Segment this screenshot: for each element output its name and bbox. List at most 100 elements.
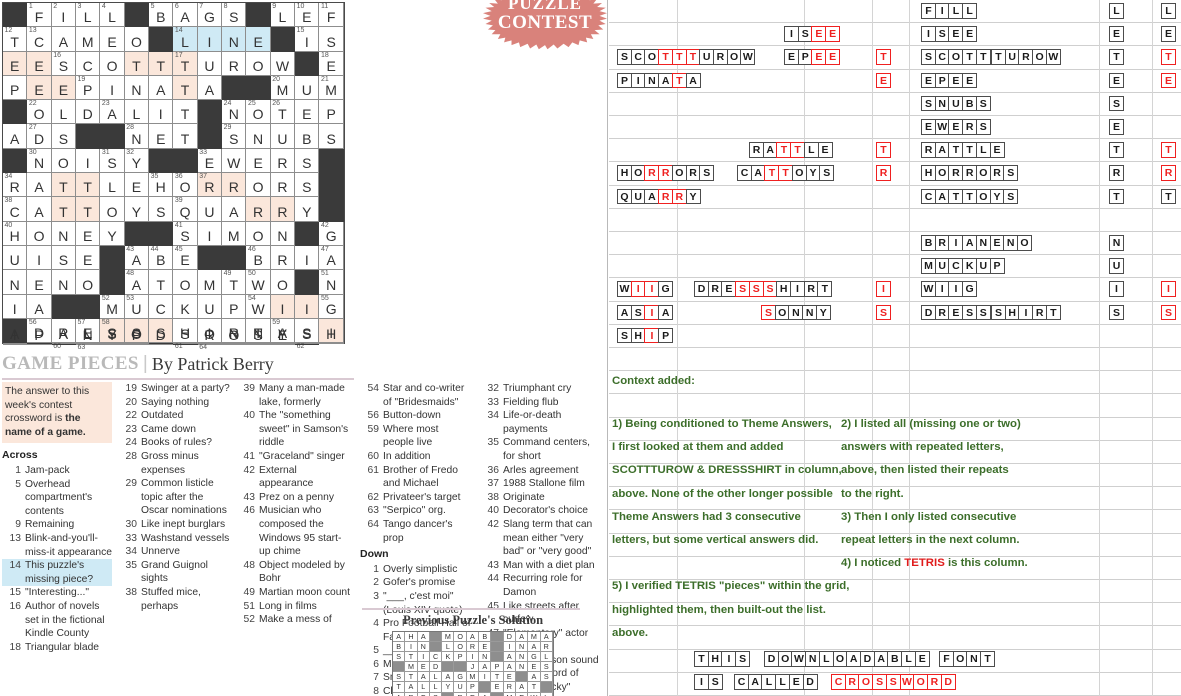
- grid-cell[interactable]: R: [222, 173, 247, 198]
- grid-cell[interactable]: K: [173, 294, 198, 319]
- grid-cell[interactable]: 27 D: [27, 124, 52, 149]
- clue-item[interactable]: 43 Man with a diet plan: [480, 559, 602, 573]
- grid-cell[interactable]: 49 T: [222, 270, 247, 295]
- grid-cell[interactable]: 11 F: [319, 3, 344, 28]
- grid-cell[interactable]: T: [149, 51, 174, 76]
- grid-cell[interactable]: 18 E: [319, 51, 344, 76]
- grid-cell[interactable]: 22 O: [27, 100, 52, 125]
- clue-item[interactable]: 48 Object modeled by Bohr: [236, 559, 350, 586]
- grid-cell[interactable]: N: [124, 75, 150, 101]
- clue-item[interactable]: 42 External appearance: [236, 464, 350, 491]
- grid-cell[interactable]: R: [246, 197, 271, 222]
- grid-cell[interactable]: S: [51, 245, 77, 271]
- grid-cell[interactable]: T: [51, 173, 77, 198]
- grid-cell[interactable]: R: [270, 245, 296, 271]
- grid-cell[interactable]: 46 B: [246, 245, 271, 271]
- grid-cell[interactable]: I: [295, 294, 320, 319]
- clue-item[interactable]: 40 The "something sweet" in Samson's ridd…: [236, 409, 350, 450]
- grid-cell[interactable]: I: [3, 328, 28, 346]
- grid-cell[interactable]: U: [197, 294, 223, 319]
- grid-cell[interactable]: U: [197, 197, 223, 222]
- grid-cell[interactable]: E: [3, 51, 28, 76]
- grid-cell[interactable]: I: [27, 245, 52, 271]
- grid-cell[interactable]: T: [149, 270, 174, 295]
- grid-cell[interactable]: R: [222, 51, 247, 76]
- grid-cell[interactable]: U: [270, 124, 296, 149]
- grid-cell[interactable]: I: [270, 294, 296, 319]
- grid-cell[interactable]: O: [222, 328, 247, 346]
- grid-cell[interactable]: 8S: [222, 3, 247, 28]
- grid-cell[interactable]: P: [27, 328, 52, 346]
- grid-cell[interactable]: E: [51, 75, 77, 101]
- clue-item[interactable]: 61 Brother of Fredo and Michael: [360, 464, 472, 491]
- spreadsheet-panel[interactable]: SCOTTTUROWPINATAHORRORSQUARRYWIIGASIASHI…: [609, 0, 1181, 696]
- grid-cell[interactable]: M: [222, 221, 247, 246]
- clue-item[interactable]: 1 Overly simplistic: [360, 563, 472, 577]
- grid-cell[interactable]: A: [3, 124, 28, 149]
- grid-cell[interactable]: 47 A: [319, 245, 344, 271]
- clue-item[interactable]: 39 Many a man-made lake, formerly: [236, 382, 350, 409]
- grid-cell[interactable]: 15 I: [295, 27, 320, 52]
- clue-item[interactable]: 30 Like inept burglars: [118, 518, 230, 532]
- grid-cell[interactable]: 54 W: [246, 294, 271, 319]
- grid-cell[interactable]: A: [222, 197, 247, 222]
- grid-cell[interactable]: A: [27, 173, 52, 198]
- grid-cell[interactable]: I: [3, 294, 28, 319]
- grid-cell[interactable]: 53 U: [124, 294, 150, 319]
- grid-cell[interactable]: 9L: [270, 3, 296, 28]
- grid-cell[interactable]: 2I: [51, 3, 77, 28]
- grid-cell[interactable]: A: [197, 75, 223, 101]
- grid-cell[interactable]: E: [27, 270, 52, 295]
- grid-cell[interactable]: O: [27, 221, 52, 246]
- grid-cell[interactable]: 50 W: [246, 270, 271, 295]
- grid-cell[interactable]: I: [197, 221, 223, 246]
- grid-cell[interactable]: 34 R: [3, 173, 28, 198]
- grid-cell[interactable]: O: [124, 27, 150, 52]
- grid-cell[interactable]: O: [76, 270, 101, 295]
- crossword-grid[interactable]: 1 F 2 I 3 L 4 L 5 B 6 A 7 G 8 S 9 L 10 E 11 F 12 T 13 C A M E O 14 L I N E…: [2, 2, 345, 351]
- clue-item[interactable]: 38 Stuffed mice, perhaps: [118, 586, 230, 613]
- clue-item[interactable]: 23 Came down: [118, 423, 230, 437]
- grid-cell[interactable]: A: [27, 294, 52, 319]
- clue-item[interactable]: 34 Life-or-death payments: [480, 409, 602, 436]
- grid-cell[interactable]: S: [319, 27, 344, 52]
- grid-cell[interactable]: U: [295, 75, 320, 101]
- grid-cell[interactable]: C: [76, 51, 101, 76]
- grid-cell[interactable]: D: [76, 100, 101, 125]
- grid-cell[interactable]: 23 A: [100, 100, 125, 125]
- grid-cell[interactable]: E: [27, 75, 52, 101]
- grid-cell[interactable]: T: [51, 197, 77, 222]
- clue-item[interactable]: 18 Triangular blade: [2, 641, 112, 655]
- grid-cell[interactable]: 7G: [197, 3, 223, 28]
- grid-cell[interactable]: A: [149, 75, 174, 101]
- grid-cell[interactable]: 38 C: [3, 197, 28, 222]
- grid-cell[interactable]: O: [246, 51, 271, 76]
- grid-cell[interactable]: E: [76, 245, 101, 271]
- grid-cell[interactable]: R: [270, 197, 296, 222]
- grid-cell[interactable]: D: [149, 328, 174, 346]
- clue-item[interactable]: 24 Books of rules?: [118, 436, 230, 450]
- grid-cell[interactable]: 43 A: [124, 245, 150, 271]
- grid-cell[interactable]: Y: [100, 221, 125, 246]
- clue-item[interactable]: 37 1988 Stallone film: [480, 477, 602, 491]
- grid-cell[interactable]: B: [295, 124, 320, 149]
- clue-item[interactable]: 40 Decorator's choice: [480, 504, 602, 518]
- clue-item[interactable]: 35 Grand Guignol sights: [118, 559, 230, 586]
- grid-cell[interactable]: T: [76, 197, 101, 222]
- grid-cell[interactable]: 37 R: [197, 173, 223, 198]
- grid-cell[interactable]: T: [173, 75, 198, 101]
- grid-cell[interactable]: E: [149, 124, 174, 149]
- grid-cell[interactable]: E: [270, 328, 296, 346]
- grid-cell[interactable]: M: [197, 270, 223, 295]
- grid-cell[interactable]: 35 H: [149, 173, 174, 198]
- grid-cell[interactable]: S: [149, 197, 174, 222]
- grid-cell[interactable]: 41 S: [173, 221, 198, 246]
- grid-cell[interactable]: E: [76, 221, 101, 246]
- grid-cell[interactable]: O: [100, 197, 125, 222]
- clue-item[interactable]: 56 Button-down: [360, 409, 472, 423]
- grid-cell[interactable]: 45 E: [173, 245, 198, 271]
- grid-cell[interactable]: 29 S: [222, 124, 247, 149]
- clue-item[interactable]: 54 Star and co-writer of "Bridesmaids": [360, 382, 472, 409]
- grid-cell[interactable]: R: [270, 148, 296, 174]
- grid-cell[interactable]: M: [76, 27, 101, 52]
